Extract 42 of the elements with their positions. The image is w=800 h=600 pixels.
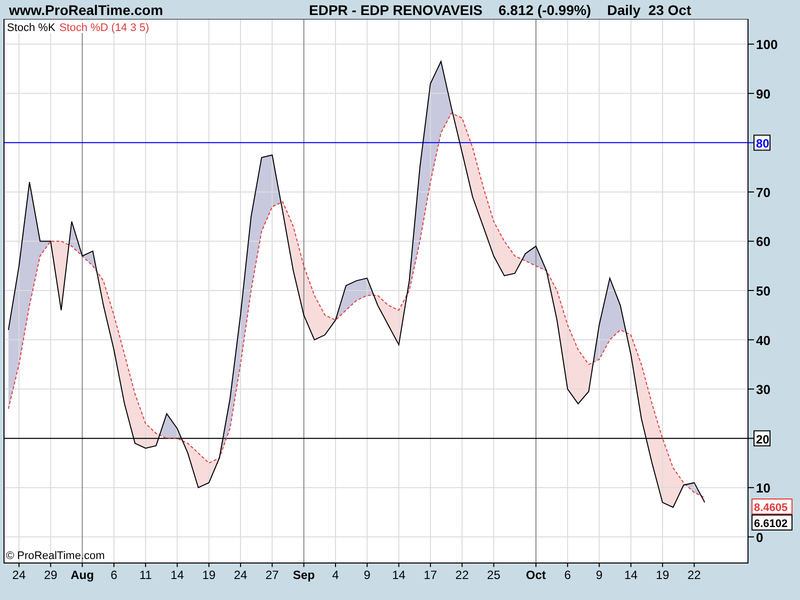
- legend-entry: Stoch %D (14 3 5): [59, 22, 150, 34]
- axis-label: 40: [756, 332, 770, 348]
- axis-label: 27: [266, 568, 279, 582]
- value-label: 6.6102: [752, 514, 792, 530]
- axis-label: 50: [756, 284, 770, 298]
- axis-label: 14: [392, 568, 406, 582]
- axis-label: 4: [332, 568, 339, 582]
- axis-label: 6: [110, 568, 118, 582]
- period-date: Daily 23 Oct: [607, 2, 692, 18]
- axis-label: 30: [756, 382, 770, 398]
- axis-label: 9: [596, 568, 603, 582]
- axis-label: 9: [364, 568, 370, 582]
- axis-label: 14: [170, 568, 184, 582]
- axis-label: 10: [756, 480, 770, 496]
- price-change: 6.812 (-0.99%): [498, 2, 592, 18]
- value-label: 8.4605: [752, 498, 792, 514]
- axis-label: 70: [756, 184, 770, 200]
- legend-entry: Stoch %K: [7, 22, 56, 34]
- axis-label: 17: [424, 568, 438, 582]
- copyright-text: © ProRealTime.com: [6, 550, 105, 562]
- axis-label: 80: [756, 136, 770, 151]
- axis-label: 19: [202, 568, 216, 582]
- axis-label: 19: [656, 568, 670, 582]
- axis-label: 11: [139, 568, 152, 582]
- axis-label: 100: [756, 37, 778, 52]
- axis-label: 29: [44, 568, 58, 582]
- axis-label: Oct: [526, 568, 546, 582]
- axis-label: 14: [624, 568, 638, 582]
- axis-label: 6: [564, 568, 571, 582]
- axis-label: 25: [487, 568, 500, 582]
- axis-label: 22: [455, 568, 469, 582]
- site-name: www.ProRealTime.com: [8, 2, 164, 18]
- axis-label: 24: [12, 568, 26, 582]
- axis-label: Sep: [292, 568, 315, 582]
- axis-label: 0: [756, 530, 764, 545]
- axis-label: 24: [234, 568, 248, 582]
- axis-label: 60: [756, 234, 770, 250]
- axis-label: 90: [756, 86, 770, 102]
- instrument-title: EDPR - EDP RENOVAVEIS: [309, 2, 482, 18]
- axis-label: Aug: [70, 568, 94, 582]
- axis-label: 20: [756, 432, 770, 446]
- axis-label: 22: [688, 568, 701, 582]
